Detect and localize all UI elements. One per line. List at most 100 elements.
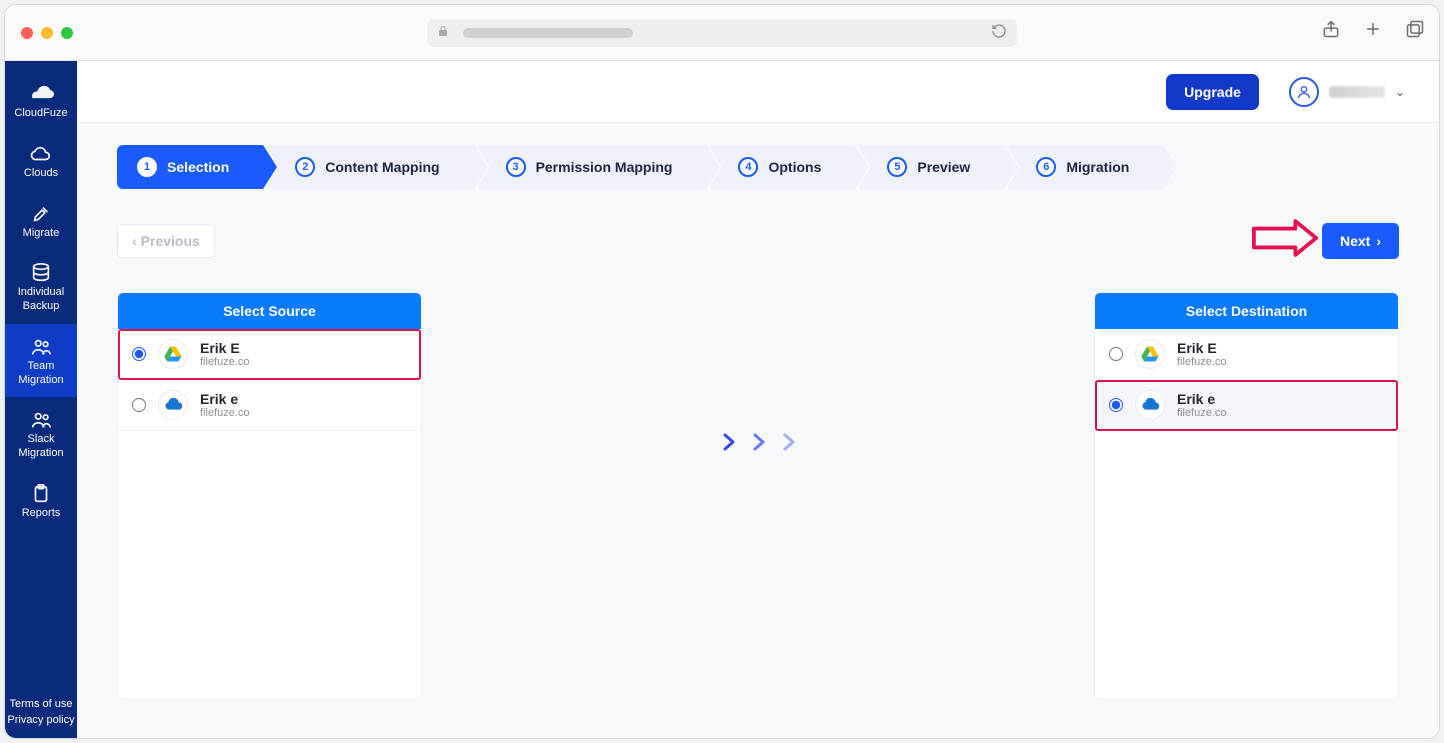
- destination-radio[interactable]: [1109, 347, 1123, 361]
- brand-icon: [28, 81, 54, 107]
- privacy-link[interactable]: Privacy policy: [5, 712, 77, 728]
- destination-panel: Select Destination Erik E filefuze.co: [1094, 292, 1399, 700]
- selection-columns: Select Source Erik E filefuze.co: [117, 292, 1399, 700]
- onedrive-icon: [1135, 390, 1165, 420]
- step-label: Options: [768, 159, 821, 175]
- previous-button: ‹ Previous: [117, 224, 215, 258]
- step-label: Migration: [1066, 159, 1129, 175]
- step-number: 4: [738, 157, 758, 177]
- step-number: 2: [295, 157, 315, 177]
- gdrive-icon: [1135, 339, 1165, 369]
- previous-label: Previous: [141, 233, 200, 249]
- sidebar: CloudFuze Clouds Migrate Individual Back…: [5, 61, 77, 738]
- step-label: Selection: [167, 159, 229, 175]
- database-icon: [28, 260, 54, 286]
- sidebar-brand[interactable]: CloudFuze: [5, 71, 77, 131]
- maximize-window-icon[interactable]: [61, 27, 73, 39]
- source-item-title: Erik e: [200, 391, 250, 407]
- clipboard-icon: [28, 481, 54, 507]
- sidebar-item-clouds[interactable]: Clouds: [5, 131, 77, 191]
- browser-toolbar-right: [1321, 19, 1425, 44]
- reload-icon[interactable]: [991, 23, 1007, 43]
- step-label: Permission Mapping: [536, 159, 673, 175]
- rocket-icon: [28, 201, 54, 227]
- step-number: 3: [506, 157, 526, 177]
- destination-item-title: Erik E: [1177, 340, 1227, 356]
- step-options[interactable]: 4 Options: [710, 145, 855, 189]
- step-label: Preview: [917, 159, 970, 175]
- username-redacted: [1329, 86, 1385, 98]
- onedrive-icon: [158, 390, 188, 420]
- source-item-title: Erik E: [200, 340, 250, 356]
- step-preview[interactable]: 5 Preview: [859, 145, 1004, 189]
- upgrade-button[interactable]: Upgrade: [1166, 74, 1259, 110]
- url-redacted: [463, 28, 633, 38]
- sidebar-item-label: Clouds: [24, 167, 58, 181]
- browser-chrome: [5, 5, 1439, 61]
- users-icon: [28, 334, 54, 360]
- step-selection[interactable]: 1 Selection: [117, 145, 263, 189]
- destination-item-row[interactable]: Erik E filefuze.co: [1095, 329, 1398, 380]
- next-button[interactable]: Next ›: [1322, 223, 1399, 259]
- sidebar-item-slack-migration[interactable]: Slack Migration: [5, 397, 77, 471]
- sidebar-item-label: Individual Backup: [7, 286, 75, 314]
- destination-radio[interactable]: [1109, 398, 1123, 412]
- users-icon: [28, 407, 54, 433]
- step-content-mapping[interactable]: 2 Content Mapping: [267, 145, 473, 189]
- step-number: 1: [137, 157, 157, 177]
- transfer-indicator: [446, 292, 1070, 592]
- chevron-right-icon: [776, 430, 800, 454]
- sidebar-brand-label: CloudFuze: [14, 107, 67, 121]
- step-number: 6: [1036, 157, 1056, 177]
- step-migration[interactable]: 6 Migration: [1008, 145, 1163, 189]
- chevron-left-icon: ‹: [132, 233, 137, 249]
- nav-controls: ‹ Previous Next ›: [117, 219, 1399, 262]
- close-window-icon[interactable]: [21, 27, 33, 39]
- sidebar-footer: Terms of use Privacy policy: [5, 696, 77, 738]
- user-menu[interactable]: ⌄: [1289, 77, 1405, 107]
- source-item-row[interactable]: Erik E filefuze.co: [118, 329, 421, 380]
- source-item-sub: filefuze.co: [200, 407, 250, 419]
- callout-arrow-icon: [1252, 219, 1318, 262]
- source-item-sub: filefuze.co: [200, 356, 250, 368]
- window-controls: [21, 27, 73, 39]
- source-item-row[interactable]: Erik e filefuze.co: [118, 380, 421, 431]
- chevron-right-icon: [746, 430, 770, 454]
- step-permission-mapping[interactable]: 3 Permission Mapping: [478, 145, 707, 189]
- chevron-right-icon: [716, 430, 740, 454]
- avatar-icon: [1289, 77, 1319, 107]
- destination-item-sub: filefuze.co: [1177, 407, 1227, 419]
- minimize-window-icon[interactable]: [41, 27, 53, 39]
- chevron-down-icon: ⌄: [1395, 85, 1405, 99]
- tabs-icon[interactable]: [1405, 19, 1425, 44]
- content: 1 Selection 2 Content Mapping 3 Permissi…: [77, 123, 1439, 738]
- sidebar-item-team-migration[interactable]: Team Migration: [5, 324, 77, 398]
- sidebar-item-label: Reports: [22, 507, 61, 521]
- lock-icon: [437, 25, 449, 40]
- address-bar[interactable]: [427, 19, 1017, 47]
- destination-item-title: Erik e: [1177, 391, 1227, 407]
- browser-window: CloudFuze Clouds Migrate Individual Back…: [4, 4, 1440, 739]
- step-label: Content Mapping: [325, 159, 439, 175]
- new-tab-icon[interactable]: [1363, 19, 1383, 44]
- source-radio[interactable]: [132, 398, 146, 412]
- app-root: CloudFuze Clouds Migrate Individual Back…: [5, 61, 1439, 738]
- main: Upgrade ⌄ 1 Selection 2: [77, 61, 1439, 738]
- source-panel-header: Select Source: [118, 293, 421, 329]
- destination-item-sub: filefuze.co: [1177, 356, 1227, 368]
- sidebar-item-label: Migrate: [23, 227, 60, 241]
- stepper: 1 Selection 2 Content Mapping 3 Permissi…: [117, 145, 1399, 189]
- next-label: Next: [1340, 233, 1370, 249]
- sidebar-item-individual-backup[interactable]: Individual Backup: [5, 250, 77, 324]
- terms-link[interactable]: Terms of use: [5, 696, 77, 712]
- destination-item-row[interactable]: Erik e filefuze.co: [1095, 380, 1398, 431]
- gdrive-icon: [158, 339, 188, 369]
- sidebar-item-label: Slack Migration: [7, 433, 75, 461]
- sidebar-item-reports[interactable]: Reports: [5, 471, 77, 531]
- sidebar-item-migrate[interactable]: Migrate: [5, 191, 77, 251]
- source-panel: Select Source Erik E filefuze.co: [117, 292, 422, 700]
- share-icon[interactable]: [1321, 19, 1341, 44]
- sidebar-item-label: Team Migration: [7, 360, 75, 388]
- destination-panel-header: Select Destination: [1095, 293, 1398, 329]
- source-radio[interactable]: [132, 347, 146, 361]
